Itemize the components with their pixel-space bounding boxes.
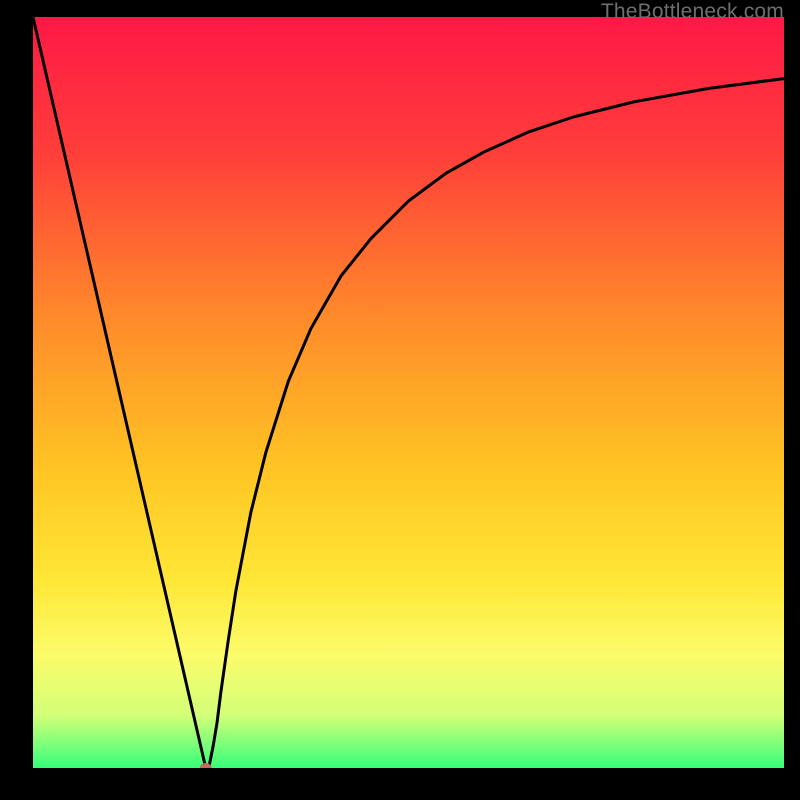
bottleneck-chart bbox=[33, 17, 784, 768]
watermark-text: TheBottleneck.com bbox=[601, 0, 784, 24]
gradient-background bbox=[33, 17, 784, 768]
chart-frame bbox=[33, 17, 784, 768]
